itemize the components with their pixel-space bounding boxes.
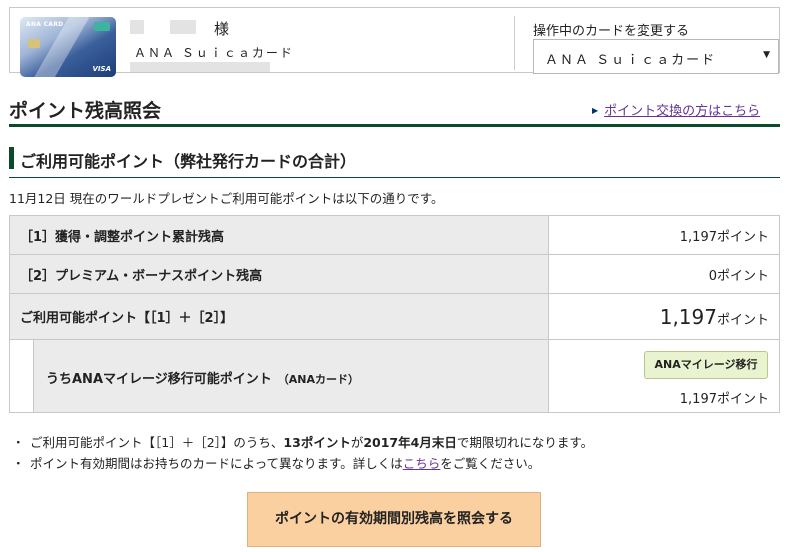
bullet-icon: ・ [12,456,25,471]
point-exchange-link[interactable]: ▶ ポイント交換の方はこちら [592,100,760,119]
note-text: で期限切れになります。 [456,435,594,450]
balance-by-period-button[interactable]: ポイントの有効期間別残高を照会する [247,492,541,547]
table-row: ［1］獲得・調整ポイント累計残高 1,197ポイント [9,215,780,255]
note-text: をご覧ください。 [440,456,541,471]
ana-mileage-transfer-button[interactable]: ANAマイレージ移行 [644,351,768,379]
notes-list: ・ご利用可能ポイント【［1］＋［2］】のうち、13ポイントが2017年4月末日で… [12,432,593,474]
point-value: 0 [708,268,717,284]
title-rule [9,124,780,127]
table-row: うちANAマイレージ移行可能ポイント （ANAカード） ANAマイレージ移行 1,… [9,339,780,413]
section-rule [9,177,780,178]
card-brand: ANA CARD [26,21,64,28]
point-exchange-link-text: ポイント交換の方はこちら [604,104,761,119]
change-card-label: 操作中のカードを変更する [533,24,690,39]
dropdown-caret-icon: ▼ [763,50,770,60]
total-point-value: 1,197 [659,304,717,329]
honorific: 様 [214,20,230,38]
row-label: ご利用可能ポイント【［1］＋［2］】 [9,293,549,340]
details-link[interactable]: こちら [403,456,441,471]
row-label: ［1］獲得・調整ポイント累計残高 [9,215,549,255]
note-validity: ・ポイント有効期間はお持ちのカードによって異なります。詳しくはこちらをご覧くださ… [12,453,593,474]
intro-text: 11月12日 現在のワールドプレゼントご利用可能ポイントは以下の通りです。 [9,191,444,206]
card-name: ＡＮＡ Ｓｕｉｃａカード [134,46,294,60]
vertical-divider [514,16,515,70]
page-title: ポイント残高照会 [9,100,162,122]
row-label: ［2］プレミアム・ボーナスポイント残高 [9,254,549,294]
point-unit: ポイント [716,312,769,328]
section-title: ご利用可能ポイント（弊社発行カードの合計） [20,152,357,171]
table-row: ご利用可能ポイント【［1］＋［2］】 1,197ポイント [9,293,780,340]
note-text: ポイント有効期間はお持ちのカードによって異なります。詳しくは [30,456,403,471]
mileage-label-paren: （ANAカード） [277,373,359,386]
mileage-value-cell: ANAマイレージ移行 1,197ポイント [548,340,779,412]
mileage-row: うちANAマイレージ移行可能ポイント （ANAカード） ANAマイレージ移行 1,… [9,339,780,413]
suica-logo [94,22,110,31]
row-value: 1,197ポイント [548,293,780,340]
note-expiry: ・ご利用可能ポイント【［1］＋［2］】のうち、13ポイントが2017年4月末日で… [12,432,593,453]
name-redaction [170,20,196,34]
bullet-icon: ・ [12,435,25,450]
table-row: ［2］プレミアム・ボーナスポイント残高 0ポイント [9,254,780,294]
mileage-point-value: 1,197ポイント [679,392,769,407]
points-table: ［1］獲得・調整ポイント累計残高 1,197ポイント ［2］プレミアム・ボーナス… [9,215,780,413]
note-text: ご利用可能ポイント【［1］＋［2］】のうち、 [30,435,284,450]
row-value: 0ポイント [548,254,780,294]
triangle-arrow-icon: ▶ [592,106,599,115]
name-redaction [130,20,144,34]
section-marker [9,147,14,169]
row-value: 1,197ポイント [548,215,780,255]
visa-logo: VISA [92,65,111,73]
card-number-redaction [130,62,270,72]
card-image: ANA CARD VISA [20,17,116,77]
point-unit: ポイント [716,268,769,284]
note-text: が [350,435,364,450]
card-select[interactable]: ＡＮＡ Ｓｕｉｃａカード ▼ [533,39,779,74]
card-panel: ANA CARD VISA 様 ＡＮＡ Ｓｕｉｃａカード 操作中のカードを変更す… [9,7,780,77]
point-value: 1,197 [679,229,717,245]
note-bold: 13ポイント [283,435,351,450]
mileage-label: うちANAマイレージ移行可能ポイント （ANAカード） [46,368,359,387]
point-unit: ポイント [716,229,769,245]
mileage-label-cell: うちANAマイレージ移行可能ポイント （ANAカード） [33,340,548,412]
mileage-label-text: うちANAマイレージ移行可能ポイント [46,372,272,387]
card-chip [28,39,40,48]
card-select-value: ＡＮＡ Ｓｕｉｃａカード [545,53,717,68]
note-bold: 2017年4月末日 [363,435,457,450]
